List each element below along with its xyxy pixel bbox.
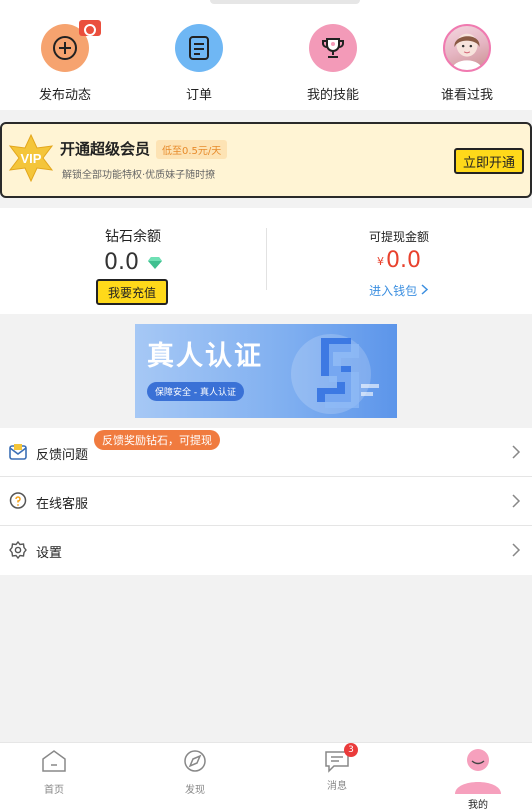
quick-actions-row: 发布动态 订单 我的技能 谁看过我 (0, 12, 532, 110)
hot-badge-icon (79, 20, 101, 36)
tab-profile[interactable]: 我的 (448, 748, 508, 811)
settings-menu: 反馈问题 反馈奖励钻石，可提现 在线客服 设置 (0, 428, 532, 575)
quick-action-label: 订单 (185, 88, 212, 103)
status-strip (0, 0, 532, 12)
enter-wallet-link[interactable]: 进入钱包 (266, 282, 532, 299)
feedback-icon (9, 444, 27, 460)
menu-item-feedback[interactable]: 反馈问题 反馈奖励钻石，可提现 (0, 428, 532, 477)
vip-price-tag: 低至0.5元/天 (156, 140, 228, 159)
home-icon (42, 750, 66, 772)
quick-action-post[interactable]: 发布动态 (5, 20, 125, 103)
order-list-icon (175, 24, 223, 72)
diamond-balance-title: 钻石余额 (105, 229, 161, 245)
avatar (443, 24, 491, 72)
chevron-right-icon (512, 494, 521, 508)
wallet-card: 钻石余额 0.0 我要充值 可提现金额 ¥0.0 进入钱包 (0, 208, 532, 314)
menu-item-label: 反馈问题 (36, 448, 89, 463)
menu-item-customer-service[interactable]: 在线客服 (0, 477, 532, 526)
chevron-right-icon (421, 284, 429, 295)
feedback-reward-badge: 反馈奖励钻石，可提现 (94, 430, 220, 450)
tab-label: 首页 (44, 785, 64, 796)
quick-action-skills[interactable]: 我的技能 (273, 24, 393, 103)
enter-wallet-label: 进入钱包 (369, 284, 418, 298)
real-person-verification-banner[interactable]: 真人认证 保障安全 - 真人认证 (135, 324, 397, 418)
quick-action-orders[interactable]: 订单 (139, 24, 259, 103)
vip-description: 解锁全部功能特权·优质妹子随时撩 (62, 170, 216, 181)
tab-messages[interactable]: 3 消息 (287, 743, 387, 792)
trophy-icon (309, 24, 357, 72)
vip-open-button[interactable]: 立即开通 (454, 148, 524, 174)
quick-action-label: 谁看过我 (440, 88, 493, 103)
quick-action-visitors[interactable]: 谁看过我 (407, 24, 527, 103)
cash-balance: ¥0.0 (266, 248, 532, 273)
plus-circle-icon (41, 20, 101, 72)
cash-balance-value: 0.0 (386, 248, 421, 273)
banner-subtitle: 保障安全 - 真人认证 (147, 382, 244, 401)
menu-item-label: 在线客服 (36, 497, 89, 512)
discover-icon (184, 750, 206, 772)
vip-card[interactable]: VIP 开通超级会员 低至0.5元/天 解锁全部功能特权·优质妹子随时撩 立即开… (0, 122, 532, 198)
diamond-balance: 0.0 (0, 250, 266, 275)
vip-title: 开通超级会员 (60, 140, 151, 158)
svg-text:VIP: VIP (21, 151, 42, 166)
currency-symbol: ¥ (377, 254, 384, 268)
chevron-right-icon (512, 445, 521, 459)
recharge-button[interactable]: 我要充值 (96, 279, 168, 305)
vip-star-icon: VIP (8, 134, 54, 182)
settings-gear-icon (9, 541, 27, 559)
menu-item-label: 设置 (36, 546, 63, 561)
banner-title: 真人认证 (147, 341, 263, 372)
customer-service-icon (9, 492, 27, 509)
tab-discover[interactable]: 发现 (145, 749, 245, 796)
menu-item-settings[interactable]: 设置 (0, 526, 532, 575)
cash-balance-title: 可提现金额 (368, 230, 429, 244)
tab-label: 我的 (468, 800, 488, 811)
profile-icon (455, 749, 501, 794)
quick-action-label: 发布动态 (38, 88, 91, 103)
chevron-right-icon (512, 543, 521, 557)
unread-count-badge: 3 (344, 743, 358, 757)
diamond-icon (148, 257, 162, 269)
quick-action-label: 我的技能 (306, 88, 359, 103)
tab-label: 发现 (185, 785, 205, 796)
tab-home[interactable]: 首页 (4, 749, 104, 796)
diamond-balance-value: 0.0 (104, 250, 139, 275)
tab-label: 消息 (327, 781, 347, 792)
message-icon-wrap: 3 (324, 743, 358, 773)
shield-verification-icon (291, 334, 379, 414)
